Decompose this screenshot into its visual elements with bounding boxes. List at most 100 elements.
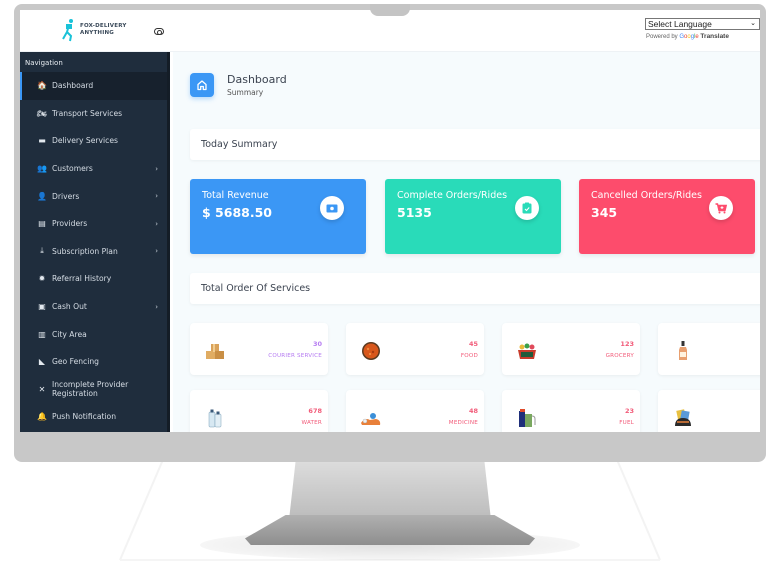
logo-line-1: FOX-DELIVERY [80,23,127,29]
building-icon: ▤ [38,219,46,229]
sidebar-item-label: Customers [52,164,93,174]
screen: FOX-DELIVERY ANYTHING Select Language ⌄ … [20,10,760,432]
sidebar-item-geo-fencing[interactable]: ◣ Geo Fencing [20,348,167,376]
service-card-fuel[interactable]: 23 FUEL [502,390,640,432]
service-count: 23 [624,407,634,415]
service-count: 678 [308,407,322,415]
sidebar-item-label: Geo Fencing [52,357,99,367]
service-name: WATER [301,420,322,426]
service-card-item-3[interactable] [658,323,760,375]
sidebar-item-city-area[interactable]: ▥ City Area [20,320,167,348]
sidebar-item-incomplete-provider-registration[interactable]: ✕ Incomplete Provider Registration [20,376,167,404]
home-icon: 🏠 [37,81,47,91]
sidebar-item-label: Subscription Plan [52,246,118,256]
stat-card-cancelled-orders-rides[interactable]: Cancelled Orders/Rides 345 [579,179,755,254]
cart-plus-icon [709,196,733,220]
nav-title: Navigation [25,59,63,67]
sidebar-item-label: City Area [52,329,87,339]
delivery-runner-icon [62,19,73,42]
sidebar-item-push-notification[interactable]: 🔔 Push Notification [20,403,167,431]
chevron-right-icon: › [155,164,158,173]
sidebar-item-label: Providers [52,219,88,229]
monitor-mockup: FOX-DELIVERY ANYTHING Select Language ⌄ … [0,0,780,577]
language-select-value: Select Language [648,19,712,29]
motorcycle-icon: 🏍 [36,108,48,118]
sidebar-item-label: Dashboard [52,81,94,91]
stat-label: Cancelled Orders/Rides [591,190,702,201]
service-card-medicine[interactable]: 48 MEDICINE [346,390,484,432]
sidebar-item-transport-services[interactable]: 🏍 Transport Services [20,100,167,128]
box-icon: ▬ [38,136,46,146]
total-orders-header: Total Order Of Services [190,273,760,304]
sidebar-item-delivery-services[interactable]: ▬ Delivery Services [20,127,167,155]
sidebar-item-subscription-plan[interactable]: ⤓ Subscription Plan › [20,238,167,266]
logo-text: FOX-DELIVERY ANYTHING [80,23,127,37]
monitor-stand-foot [245,515,535,545]
food-bowl-icon [360,341,382,361]
today-summary-header: Today Summary [190,129,760,160]
main-content: Dashboard Summary Today Summary Total Re… [173,52,760,432]
stat-label: Total Revenue [202,190,269,201]
chevron-right-icon: › [155,192,158,201]
page-title: Dashboard [227,73,287,86]
stat-label: Complete Orders/Rides [397,190,508,201]
service-card-food[interactable]: 45 FOOD [346,323,484,375]
sidebar-item-label: Incomplete Provider Registration [52,380,129,399]
gear-badge-icon: ✹ [38,274,46,284]
page-header: Dashboard Summary [190,73,287,97]
sidebar-item-label: Cash Out [52,302,87,312]
service-count: 123 [620,340,634,348]
nav-list: 🏠 Dashboard 🏍 Transport Services ▬ Delivery S… [20,72,167,431]
sidebar-item-providers[interactable]: ▤ Providers › [20,210,167,238]
google-logo: Google [679,34,699,40]
hand-holding-icon: ⤓ [40,246,44,256]
home-icon [190,73,214,97]
service-name: COURIER SERVICE [268,353,322,359]
chevron-right-icon: › [155,247,158,256]
stationery-icon [672,408,694,428]
money-bill-icon [320,196,344,220]
chevron-down-icon: ⌄ [750,20,756,27]
chevron-right-icon: › [155,219,158,228]
sidebar-item-label: Delivery Services [52,136,118,146]
sidebar-item-drivers[interactable]: 👤 Drivers › [20,182,167,210]
service-card-water[interactable]: 678 WATER [190,390,328,432]
service-card-courier-service[interactable]: 30 COURIER SERVICE [190,323,328,375]
powered-by-label: Powered by [646,34,678,40]
chevron-right-icon: › [155,302,158,311]
sidebar-item-label: Transport Services [52,108,123,118]
service-name: FUEL [619,420,634,426]
stat-card-total-revenue[interactable]: Total Revenue $ 5688.50 [190,179,366,254]
logo-line-2: ANYTHING [80,30,114,36]
area-chart-icon: ◣ [38,357,46,367]
user-slash-icon: ✕ [38,384,46,394]
top-bar: FOX-DELIVERY ANYTHING Select Language ⌄ … [20,10,760,52]
service-card-st[interactable]: ST [658,390,760,432]
water-bottles-icon [204,408,226,428]
page-subtitle: Summary [227,88,264,97]
sidebar-item-cash-out[interactable]: ▣ Cash Out › [20,293,167,321]
money-bill-icon: ▣ [38,302,46,312]
service-name: FOOD [460,353,478,359]
powered-by-google-translate[interactable]: Powered by Google Translate [646,33,729,40]
logo[interactable]: FOX-DELIVERY ANYTHING [58,18,127,42]
service-card-grocery[interactable]: 123 GROCERY [502,323,640,375]
bottle-icon [672,341,694,361]
user-icon: 👤 [37,191,47,201]
fuel-pump-icon [516,408,538,428]
sidebar-item-referral-history[interactable]: ✹ Referral History [20,265,167,293]
medicine-icon [360,408,382,428]
language-select[interactable]: Select Language ⌄ [645,18,760,30]
sidebar-item-dashboard[interactable]: 🏠 Dashboard [20,72,167,100]
translate-label: Translate [700,33,729,40]
stat-card-complete-orders-rides[interactable]: Complete Orders/Rides 5135 [385,179,561,254]
users-icon: 👥 [37,164,47,174]
sidebar: Navigation 🏠 Dashboard 🏍 Transport Services… [20,52,170,432]
service-count: 30 [312,340,322,348]
sidebar-item-customers[interactable]: 👥 Customers › [20,155,167,183]
sidebar-item-label: Referral History [52,274,112,284]
sidebar-toggle-icon[interactable] [154,28,164,35]
service-name: MEDICINE [448,420,478,426]
sidebar-item-label: Push Notification [52,412,117,422]
service-count: 48 [468,407,478,415]
